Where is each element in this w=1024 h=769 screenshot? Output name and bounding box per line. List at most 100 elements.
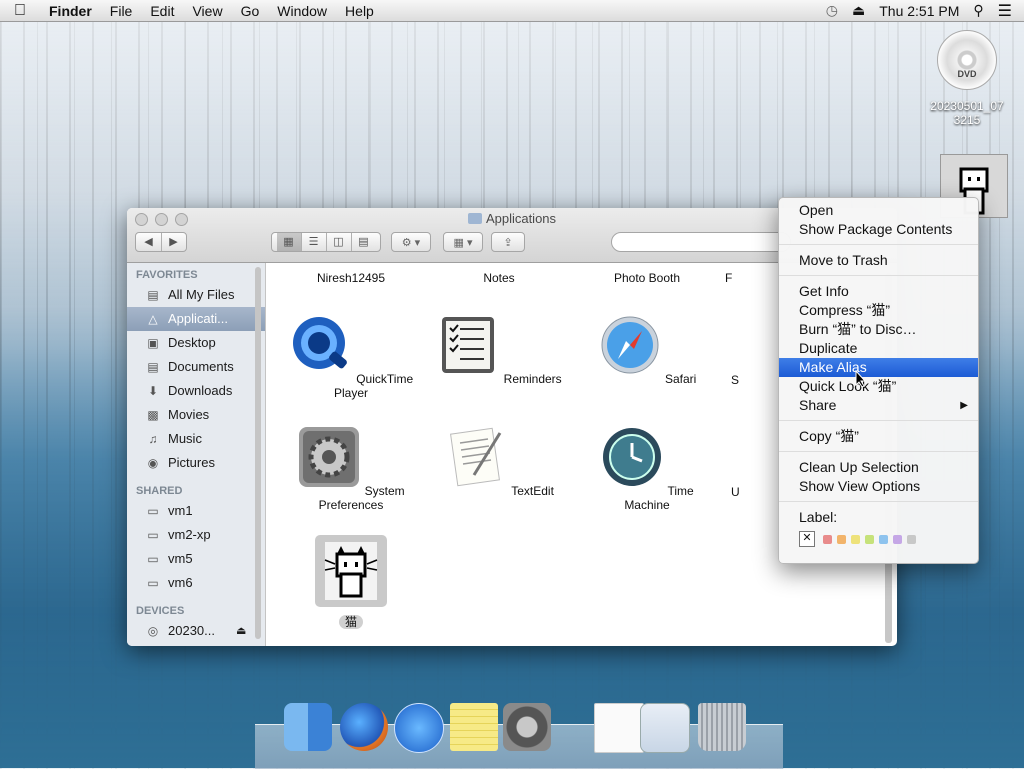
sidebar-scrollbar[interactable]: [255, 267, 261, 639]
dock-trash-icon[interactable]: [698, 703, 746, 751]
app-partial-u[interactable]: U: [725, 485, 785, 499]
menu-file[interactable]: File: [101, 3, 142, 19]
menu-help[interactable]: Help: [336, 3, 383, 19]
sidebar-item-vm2-xp[interactable]: ▭ vm2-xp: [127, 523, 265, 547]
eject-status-icon[interactable]: ⏏: [852, 2, 865, 19]
app-niresh12495[interactable]: Niresh12495: [281, 271, 421, 285]
dock-document-icon[interactable]: [594, 703, 644, 753]
sidebar-item-vm5[interactable]: ▭ vm5: [127, 547, 265, 571]
app-label: Niresh12495: [316, 271, 386, 285]
window-title-text: Applications: [485, 211, 557, 226]
menu-edit[interactable]: Edit: [141, 3, 183, 19]
app-system-preferences[interactable]: System Preferences: [281, 425, 421, 512]
menu-window[interactable]: Window: [268, 3, 336, 19]
apple-menu-icon[interactable]: : [0, 2, 40, 20]
menu-item-copy[interactable]: Copy “猫”: [779, 427, 978, 446]
sidebar-item-pictures[interactable]: ◉ Pictures: [127, 451, 265, 475]
label-orange-button[interactable]: [837, 534, 846, 544]
quicktime-icon: [292, 317, 347, 369]
dock-stickies-icon[interactable]: [450, 703, 498, 751]
menu-clock[interactable]: Thu 2:51 PM: [879, 3, 959, 19]
sidebar-item-documents[interactable]: ▤ Documents: [127, 355, 265, 379]
menu-item-make-alias[interactable]: Make Alias: [779, 358, 978, 377]
dock-system-preferences-icon[interactable]: [503, 703, 551, 751]
sidebar-item-all-my-files[interactable]: ▤ All My Files: [127, 283, 265, 307]
app-photo-booth[interactable]: Photo Booth: [577, 271, 717, 285]
app-safari[interactable]: Safari: [577, 313, 717, 386]
back-button[interactable]: ◀: [137, 233, 162, 251]
sidebar-item-label: vm1: [168, 503, 193, 518]
menu-go[interactable]: Go: [232, 3, 269, 19]
column-view-button[interactable]: ◫: [327, 233, 352, 251]
menu-view[interactable]: View: [183, 3, 231, 19]
dock-firefox-icon[interactable]: [340, 703, 388, 751]
action-gear-button[interactable]: ⚙ ▾: [391, 232, 431, 252]
spotlight-icon[interactable]: ⚲: [973, 2, 983, 19]
sidebar-item-desktop[interactable]: ▣ Desktop: [127, 331, 265, 355]
network-computer-icon: ▭: [147, 552, 159, 566]
coverflow-view-button[interactable]: ▤: [352, 233, 376, 251]
menu-item-get-info[interactable]: Get Info: [779, 282, 978, 301]
label-none-button[interactable]: ✕: [799, 531, 815, 547]
dock-downloads-stack-icon[interactable]: [640, 703, 690, 753]
app-partial-f[interactable]: F: [725, 271, 785, 285]
eject-icon[interactable]: ⏏: [236, 619, 246, 643]
share-button[interactable]: ⇪: [491, 232, 525, 252]
menu-item-duplicate[interactable]: Duplicate: [779, 339, 978, 358]
notification-center-icon[interactable]: ☰: [998, 1, 1012, 21]
dock-finder-icon[interactable]: [284, 703, 332, 751]
menu-item-move-to-trash[interactable]: Move to Trash: [779, 251, 978, 270]
cat-icon: [324, 542, 378, 600]
forward-button[interactable]: ▶: [162, 233, 186, 251]
sidebar-item-applications[interactable]: △ Applicati...: [127, 307, 265, 331]
menu-item-show-package-contents[interactable]: Show Package Contents: [779, 220, 978, 239]
file-selection-highlight: [315, 535, 387, 607]
menu-item-compress[interactable]: Compress “猫”: [779, 301, 978, 320]
menu-item-show-view-options[interactable]: Show View Options: [779, 477, 978, 496]
sidebar-item-movies[interactable]: ▩ Movies: [127, 403, 265, 427]
icon-view-button[interactable]: ▦: [276, 233, 302, 251]
textedit-icon: [450, 427, 502, 487]
app-label: Reminders: [503, 372, 562, 386]
label-purple-button[interactable]: [893, 534, 902, 544]
sidebar-header-shared: SHARED: [136, 485, 183, 497]
time-machine-status-icon[interactable]: ◷: [826, 2, 838, 19]
label-yellow-button[interactable]: [851, 534, 860, 544]
dock-app-store-icon[interactable]: [394, 703, 444, 753]
desktop-dvd-icon[interactable]: DVD 20230501_07 3215: [922, 30, 1012, 127]
menu-item-quick-look[interactable]: Quick Look “猫”: [779, 377, 978, 396]
app-reminders[interactable]: Reminders: [429, 313, 569, 386]
app-partial-s[interactable]: S: [725, 373, 785, 387]
sidebar-item-label: Applicati...: [168, 311, 228, 326]
menu-app-finder[interactable]: Finder: [40, 3, 101, 19]
arrange-button[interactable]: ▦ ▾: [443, 232, 483, 252]
app-label: TextEdit: [511, 484, 554, 498]
app-notes[interactable]: Notes: [429, 271, 569, 285]
reminders-icon: [442, 317, 495, 373]
label-green-button[interactable]: [865, 534, 874, 544]
menu-item-share[interactable]: Share ▶: [779, 396, 978, 415]
sidebar-item-label: 20230...: [168, 623, 215, 638]
label-red-button[interactable]: [823, 534, 832, 544]
app-label: S: [731, 373, 740, 387]
file-cat-selected[interactable]: 猫: [281, 535, 421, 630]
movies-icon: ▩: [147, 408, 159, 422]
desktop-icon: ▣: [147, 336, 159, 350]
sidebar-item-music[interactable]: ♫ Music: [127, 427, 265, 451]
app-time-machine[interactable]: Time Machine: [577, 425, 717, 512]
sidebar-item-vm6[interactable]: ▭ vm6: [127, 571, 265, 595]
label-gray-button[interactable]: [907, 534, 916, 544]
app-textedit[interactable]: TextEdit: [429, 425, 569, 498]
app-quicktime-player[interactable]: QuickTime Player: [281, 313, 421, 400]
list-view-button[interactable]: ☰: [302, 233, 327, 251]
sidebar-item-vm1[interactable]: ▭ vm1: [127, 499, 265, 523]
menu-item-open[interactable]: Open: [779, 201, 978, 220]
search-input[interactable]: [611, 232, 791, 252]
network-computer-icon: ▭: [147, 504, 159, 518]
menu-item-clean-up-selection[interactable]: Clean Up Selection: [779, 458, 978, 477]
sidebar-item-dvd-device[interactable]: ◎ 20230... ⏏: [127, 619, 265, 643]
menu-item-burn-to-disc[interactable]: Burn “猫” to Disc…: [779, 320, 978, 339]
view-mode-control: ▦ ☰ ◫ ▤: [271, 232, 381, 252]
label-blue-button[interactable]: [879, 534, 888, 544]
sidebar-item-downloads[interactable]: ⬇ Downloads: [127, 379, 265, 403]
